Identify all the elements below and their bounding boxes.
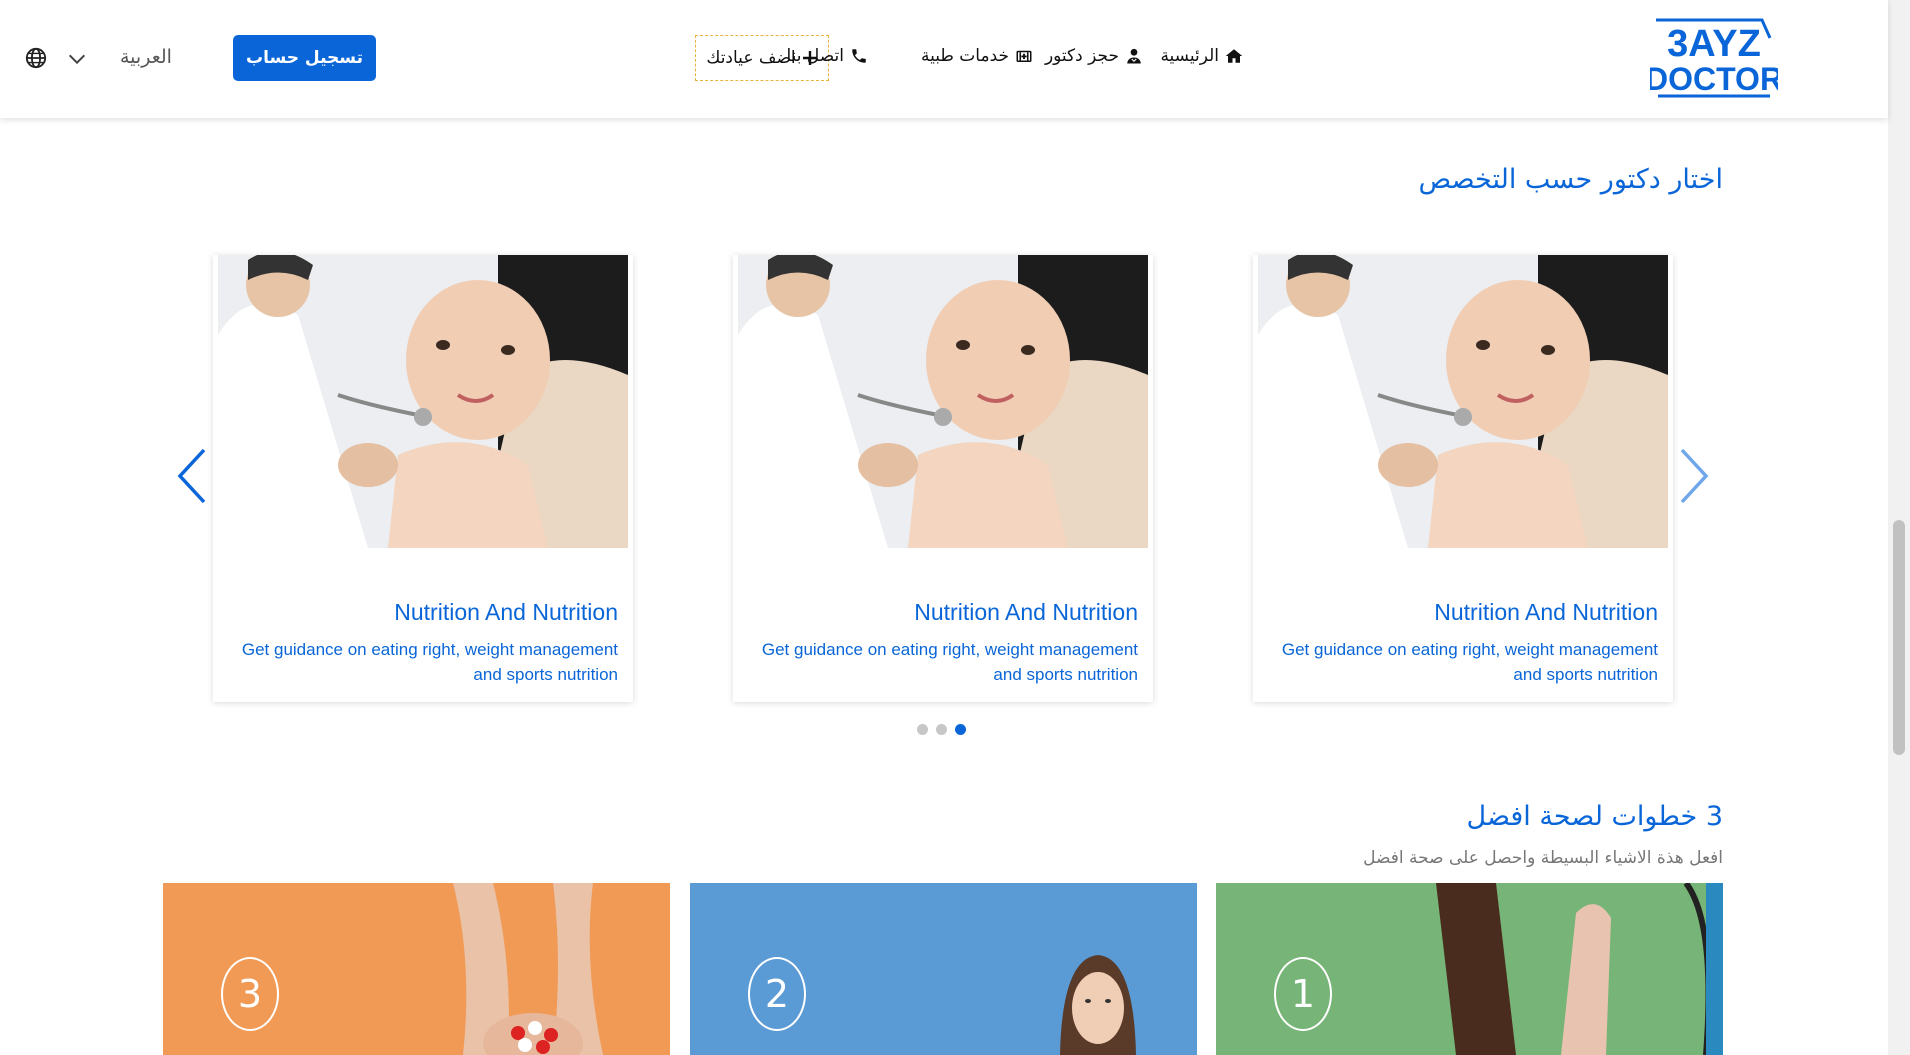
register-button[interactable]: تسجيل حساب bbox=[233, 35, 376, 81]
carousel-prev-arrow[interactable] bbox=[174, 446, 210, 506]
carousel-next-arrow[interactable] bbox=[1676, 446, 1712, 506]
nav-home-label: الرئيسية bbox=[1160, 46, 1219, 66]
logo-text-top: 3AYZ bbox=[1667, 23, 1761, 65]
carousel-dots bbox=[917, 724, 966, 735]
top-header: العربية تسجيل حساب اضف عيادتك اتصل بنا خ… bbox=[0, 0, 1888, 118]
step-card-3: 3 bbox=[163, 883, 670, 1055]
chevron-down-icon[interactable] bbox=[66, 48, 88, 70]
nav-contact-label: اتصل بنا bbox=[786, 46, 844, 66]
language-select[interactable]: العربية bbox=[120, 46, 172, 69]
doctor-baby-image bbox=[218, 255, 628, 548]
step-number: 1 bbox=[1274, 957, 1332, 1031]
medical-kit-icon bbox=[1016, 50, 1032, 62]
doctor-baby-image bbox=[738, 255, 1148, 548]
site-logo[interactable]: 3AYZ DOCTOR bbox=[1650, 16, 1778, 100]
card-description: Get guidance on eating right, weight man… bbox=[1281, 640, 1658, 684]
carousel-dot-3[interactable] bbox=[955, 724, 966, 735]
add-clinic-label: اضف عيادتك bbox=[706, 48, 796, 68]
doctor-icon bbox=[1127, 48, 1141, 64]
phone-icon bbox=[852, 49, 866, 63]
specialty-card[interactable]: Nutrition And Nutrition Get guidance on … bbox=[1253, 255, 1673, 702]
scrollbar-thumb[interactable] bbox=[1893, 520, 1905, 755]
carousel-dot-1[interactable] bbox=[917, 724, 928, 735]
card-description: Get guidance on eating right, weight man… bbox=[761, 640, 1138, 684]
nav-contact[interactable]: اتصل بنا bbox=[786, 46, 868, 66]
nav-book-doctor-label: حجز دكتور bbox=[1044, 46, 1119, 66]
steps-subtitle: افعل هذة الاشياء البسيطة واحصل على صحة ا… bbox=[1363, 848, 1723, 868]
globe-icon[interactable] bbox=[25, 47, 47, 69]
specialty-card[interactable]: Nutrition And Nutrition Get guidance on … bbox=[213, 255, 633, 702]
nav-medical-services-label: خدمات طبية bbox=[920, 46, 1009, 66]
carousel-dot-2[interactable] bbox=[936, 724, 947, 735]
nav-medical-services[interactable]: خدمات طبية bbox=[921, 46, 1033, 66]
step-number: 2 bbox=[748, 957, 806, 1031]
nav-book-doctor[interactable]: حجز دكتور bbox=[1045, 46, 1143, 66]
specialties-title: اختار دكتور حسب التخصص bbox=[1418, 164, 1723, 195]
home-icon bbox=[1225, 49, 1243, 63]
nav-home[interactable]: الرئيسية bbox=[1160, 46, 1243, 66]
card-description: Get guidance on eating right, weight man… bbox=[241, 640, 618, 684]
step-card-1: 1 bbox=[1216, 883, 1723, 1055]
step-card-2: 2 bbox=[690, 883, 1197, 1055]
step-number: 3 bbox=[221, 957, 279, 1031]
card-title: Nutrition And Nutrition bbox=[914, 599, 1138, 625]
doctor-baby-image bbox=[1258, 255, 1668, 548]
specialty-card[interactable]: Nutrition And Nutrition Get guidance on … bbox=[733, 255, 1153, 702]
card-title: Nutrition And Nutrition bbox=[394, 599, 618, 625]
logo-text-bottom: DOCTOR bbox=[1650, 61, 1778, 97]
steps-title: 3 خطوات لصحة افضل bbox=[1466, 801, 1723, 832]
card-title: Nutrition And Nutrition bbox=[1434, 599, 1658, 625]
